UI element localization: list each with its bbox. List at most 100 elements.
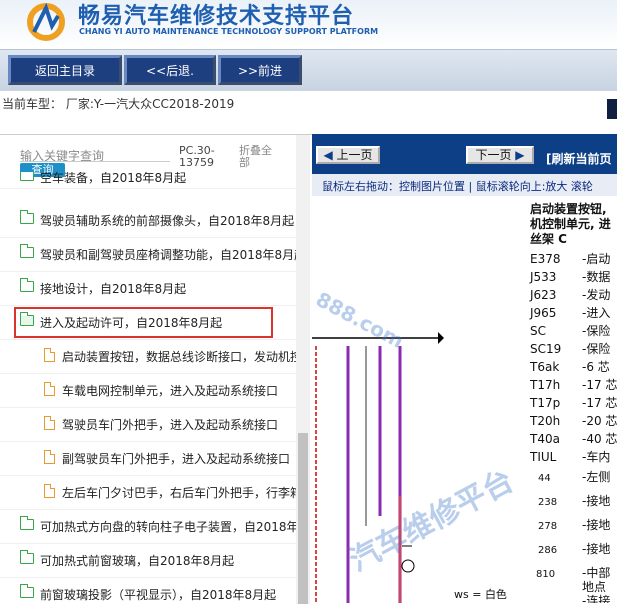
document-icon <box>44 484 55 498</box>
tree-item[interactable]: 车载电网控制单元，进入及起动系统接口 <box>0 373 296 408</box>
document-icon <box>44 348 55 362</box>
tree-item-label: 空车装备，自2018年8月起 <box>40 172 187 185</box>
legend-row: 44 -左侧 <box>530 468 610 485</box>
tree-item-label: 车载电网控制单元，进入及起动系统接口 <box>62 384 279 398</box>
tree-item[interactable]: 空车装备，自2018年8月起 <box>0 172 296 189</box>
legend-code: 238 <box>538 497 558 508</box>
prev-page-button[interactable]: ◀ 上一页 <box>316 146 380 164</box>
legend-desc: -启动 <box>582 252 611 266</box>
legend-code: SC <box>530 324 546 338</box>
tree-item[interactable]: 接地设计，自2018年8月起 <box>0 271 296 306</box>
folder-icon <box>20 516 34 530</box>
legend-row: T6ak -6 芯 <box>530 358 610 375</box>
folder-icon <box>20 550 34 564</box>
document-icon <box>44 382 55 396</box>
scrollbar-thumb[interactable] <box>298 433 308 604</box>
legend-row: E378 -启动 <box>530 250 610 267</box>
tree-item[interactable]: 驾驶员车门外把手，进入及起动系统接口 <box>0 407 296 442</box>
document-icon <box>44 416 55 430</box>
tree-item-label: 前窗玻璃投影（平视显示），自2018年8月起 <box>40 588 277 602</box>
legend-row: T17h -17 芯 <box>530 376 617 393</box>
legend-desc: -40 芯 <box>582 432 617 446</box>
legend-desc: -连接 <box>582 594 611 603</box>
legend-title-line: 启动装置按钮, <box>530 202 607 216</box>
tree-panel: 输入关键字查询 查询 PC.30- 13759 折叠全 部 空车装备，自2018… <box>0 134 312 604</box>
prev-arrow-icon: ◀ <box>323 148 337 162</box>
legend-row: T17p -17 芯 <box>530 394 617 411</box>
app-title: 畅易汽车维修技术支持平台 <box>78 4 355 29</box>
legend-desc: -6 芯 <box>582 360 610 374</box>
header-banner: 畅易汽车维修技术支持平台 CHANG YI AUTO MAINTENANCE T… <box>0 0 617 48</box>
legend-row: TIUL -车内 <box>530 448 610 465</box>
legend-code: 286 <box>538 545 558 556</box>
hint-text: 鼠标左右拖动：控制图片位置 | 鼠标滚轮向上:放大 滚轮 <box>322 180 593 193</box>
forward-button[interactable]: >>前进 <box>218 55 302 85</box>
legend-row: 278 -接地 <box>530 516 610 533</box>
next-page-button[interactable]: 下一页 ▶ <box>466 146 534 164</box>
legend-row: SC -保险 <box>530 322 610 339</box>
app-subtitle: CHANG YI AUTO MAINTENANCE TECHNOLOGY SUP… <box>79 27 379 36</box>
tree-item[interactable]: 驾驶员辅助系统的前部摄像头，自2018年8月起 <box>0 203 296 238</box>
tree-item[interactable]: 启动装置按钮，数据总线诊断接口，发动机控制单元 <box>0 339 296 374</box>
next-arrow-icon: ▶ <box>511 148 525 162</box>
legend-code: TIUL <box>530 450 557 464</box>
legend-code: E378 <box>530 252 561 266</box>
legend-row: 238 -接地 <box>530 492 610 509</box>
legend-desc: -接地 <box>582 542 611 556</box>
legend-code: 278 <box>538 521 558 532</box>
folder-icon <box>20 278 34 292</box>
wiring-diagram[interactable]: 888.com 汽车维修平台 启动装置按钮, 机控制单元, 进 丝架 C E37… <box>312 196 617 603</box>
legend-desc: -数据 <box>582 270 611 284</box>
tree-item[interactable]: 副驾驶员车门外把手，进入及起动系统接口 <box>0 441 296 476</box>
legend-desc: -17 芯 <box>582 378 617 392</box>
legend-row: T20h -20 芯 <box>530 412 617 429</box>
back-button[interactable]: <<后退. <box>124 55 216 85</box>
tree-item-label: 驾驶员车门外把手，进入及起动系统接口 <box>62 418 279 432</box>
home-button[interactable]: 返回主目录 <box>8 55 122 85</box>
tree-item[interactable]: 可加热式方向盘的转向柱子电子装置，自2018年8月起 <box>0 509 296 544</box>
legend-row: J965 -进入 <box>530 304 610 321</box>
wire-color-note: ws = 白色 <box>454 588 507 601</box>
legend-code: J965 <box>530 306 557 320</box>
collapse-all-button[interactable]: 折叠全 部 <box>239 145 272 169</box>
tree-item-label: 驾驶员和副驾驶员座椅调整功能，自2018年8月起 <box>40 248 296 262</box>
search-underline <box>20 161 170 162</box>
legend-title: 启动装置按钮, 机控制单元, 进 丝架 C <box>530 202 611 247</box>
legend-code: J623 <box>530 288 557 302</box>
legend-desc: -保险 <box>582 342 611 356</box>
legend-code: T17p <box>530 396 561 410</box>
legend-row: J623 -发动 <box>530 286 610 303</box>
tree-item[interactable]: 前窗玻璃投影（平视显示），自2018年8月起 <box>0 577 296 604</box>
legend-code: J533 <box>530 270 557 284</box>
legend-desc: -接地 <box>582 518 611 532</box>
tree-item-label: 接地设计，自2018年8月起 <box>40 282 187 296</box>
tree-item-label: 驾驶员辅助系统的前部摄像头，自2018年8月起 <box>40 214 295 228</box>
refresh-button[interactable]: [刷新当前页 <box>546 150 612 167</box>
collapse-line2: 部 <box>239 156 250 169</box>
legend-desc: -接地 <box>582 494 611 508</box>
folder-icon <box>20 172 34 181</box>
tree-item[interactable]: 左后车门夕讨巴手，右后车门外把手，行李箱 <box>0 475 296 510</box>
doc-code: PC.30- 13759 <box>179 145 215 169</box>
panel-edge <box>607 99 617 119</box>
terminal-icon <box>401 559 415 573</box>
legend-desc: -17 芯 <box>582 396 617 410</box>
legend-title-line: 丝架 C <box>530 232 567 246</box>
tree-item[interactable]: 可加热式前窗玻璃，自2018年8月起 <box>0 543 296 578</box>
tree-item[interactable]: 驾驶员和副驾驶员座椅调整功能，自2018年8月起 <box>0 237 296 272</box>
legend-code: T20h <box>530 414 561 428</box>
vehicle-info-row: 当前车型： 厂家:Y-一汽大众CC2018-2019 <box>0 91 617 133</box>
current-vehicle: 当前车型： 厂家:Y-一汽大众CC2018-2019 <box>2 97 235 111</box>
legend-row: -连接 <box>530 592 610 603</box>
viewer-panel: ◀ 上一页 下一页 ▶ [刷新当前页 鼠标左右拖动：控制图片位置 | 鼠标滚轮向… <box>312 134 617 603</box>
legend-code: T40a <box>530 432 560 446</box>
legend-desc: -车内 <box>582 450 611 464</box>
logo-icon <box>27 2 65 41</box>
hint-bar: 鼠标左右拖动：控制图片位置 | 鼠标滚轮向上:放大 滚轮 <box>312 174 617 196</box>
document-icon <box>44 450 55 464</box>
folder-icon <box>20 244 34 258</box>
doc-code-line2: 13759 <box>179 156 214 169</box>
legend-desc: -进入 <box>582 306 611 320</box>
nav-toolbar: 返回主目录 <<后退. >>前进 <box>0 49 617 92</box>
legend-row: J533 -数据 <box>530 268 610 285</box>
